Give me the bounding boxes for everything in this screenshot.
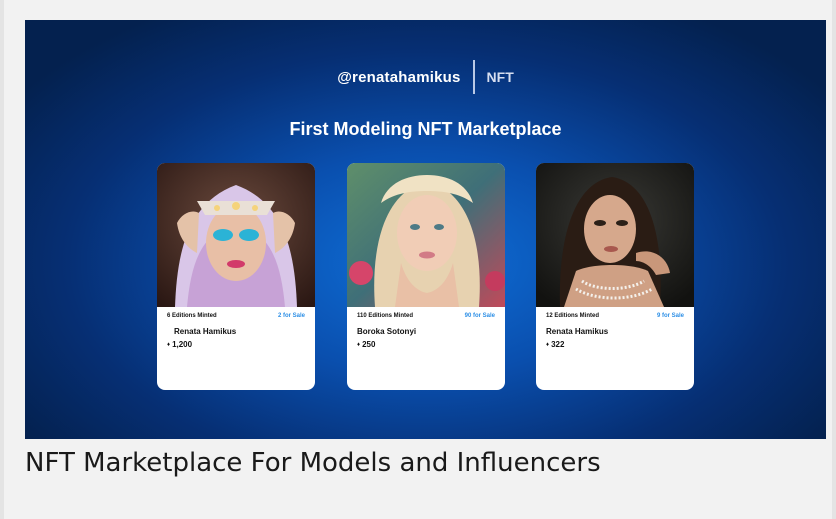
price-value: 322 — [551, 340, 565, 349]
nft-card-meta: 110 Editions Minted 90 for Sale — [357, 313, 495, 319]
editions-minted: 110 Editions Minted — [357, 313, 414, 319]
nft-card-name: Renata Hamikus — [174, 327, 237, 336]
nft-card-price: ♦ 250 — [357, 340, 375, 349]
for-sale-count: 9 for Sale — [656, 313, 684, 319]
brand-header: @renatahamikus NFT — [25, 60, 826, 94]
banner-headline: First Modeling NFT Marketplace — [289, 119, 562, 139]
nft-card-meta: 12 Editions Minted 9 for Sale — [546, 313, 684, 319]
brand-divider — [472, 60, 475, 94]
nft-card-name: Renata Hamikus — [546, 327, 609, 336]
price-value: 1,200 — [172, 340, 193, 349]
for-sale-count: 2 for Sale — [277, 313, 305, 319]
nft-card-price: ♦ 1,200 — [167, 340, 192, 349]
nft-card-photo — [536, 163, 694, 307]
nft-card[interactable]: 6 Editions Minted 2 for Sale Renata Hami… — [157, 163, 315, 390]
nft-card-price: ♦ 322 — [546, 340, 564, 349]
brand-handle: @renatahamikus — [337, 68, 461, 86]
nft-card-name: Boroka Sotonyi — [357, 327, 417, 336]
for-sale-count: 90 for Sale — [464, 313, 495, 319]
editions-minted: 12 Editions Minted — [546, 313, 600, 319]
page-frame: @renatahamikus NFT First Modeling NFT Ma… — [0, 0, 836, 519]
price-value: 250 — [362, 340, 376, 349]
hero-banner-image[interactable]: @renatahamikus NFT First Modeling NFT Ma… — [25, 20, 826, 439]
eth-icon: ♦ — [357, 341, 361, 348]
eth-icon: ♦ — [167, 341, 171, 348]
nft-card[interactable]: 110 Editions Minted 90 for Sale Boroka S… — [347, 163, 505, 390]
nft-card-photo — [347, 163, 505, 307]
project-caption[interactable]: NFT Marketplace For Models and Influence… — [25, 448, 601, 478]
nft-card-meta: 6 Editions Minted 2 for Sale — [167, 313, 305, 319]
eth-icon: ♦ — [546, 341, 550, 348]
brand-tag: NFT — [486, 69, 514, 85]
editions-minted: 6 Editions Minted — [167, 313, 217, 319]
nft-card[interactable]: 12 Editions Minted 9 for Sale Renata Ham… — [536, 163, 694, 390]
nft-card-photo — [157, 163, 315, 307]
